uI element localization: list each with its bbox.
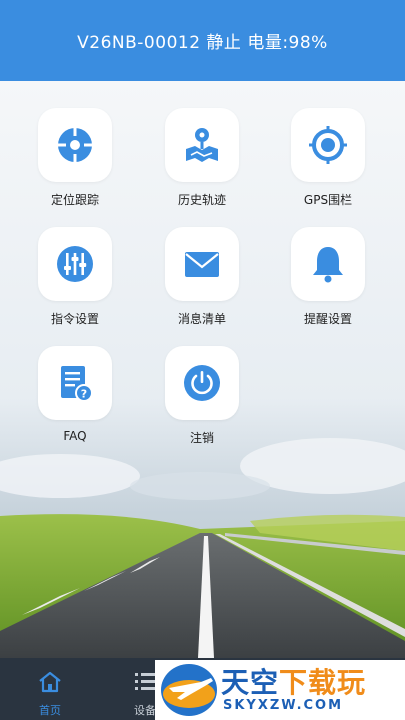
watermark-logo xyxy=(161,664,217,716)
menu-item-reminder-settings[interactable]: 提醒设置 xyxy=(273,227,383,327)
map-route-icon xyxy=(186,128,218,162)
envelope-icon xyxy=(185,252,219,277)
menu-item-faq[interactable]: ? FAQ xyxy=(20,346,130,443)
tab-label: 首页 xyxy=(39,704,61,717)
menu-item-message-list[interactable]: 消息清单 xyxy=(147,227,257,327)
location-target-icon xyxy=(58,128,92,162)
menu-item-logout[interactable]: 注销 xyxy=(147,346,257,446)
menu-item-label: 指令设置 xyxy=(50,312,99,326)
faq-document-icon: ? xyxy=(61,366,93,402)
watermark-banner: 天空下载玩 SKYXZW.COM xyxy=(155,660,405,720)
main-content: 定位跟踪 历史轨迹 GPS围栏 指令设置 消息清单 提醒设置 ? FAQ 注销 xyxy=(0,81,405,658)
home-icon xyxy=(39,671,61,693)
menu-item-command-settings[interactable]: 指令设置 xyxy=(20,227,130,327)
menu-item-label: FAQ xyxy=(63,429,87,443)
watermark-url: SKYXZW.COM xyxy=(223,698,344,713)
svg-text:?: ? xyxy=(81,388,87,401)
menu-item-label: 提醒设置 xyxy=(303,312,352,326)
geofence-target-icon xyxy=(309,126,347,164)
menu-item-label: GPS围栏 xyxy=(303,193,353,207)
menu-item-label: 定位跟踪 xyxy=(50,193,99,207)
menu-item-label: 消息清单 xyxy=(177,312,226,326)
status-header: V26NB-00012 静止 电量:98% xyxy=(0,0,405,81)
menu-item-gps-fence[interactable]: GPS围栏 xyxy=(273,108,383,208)
tab-home[interactable]: 首页 xyxy=(0,658,100,720)
sliders-icon xyxy=(57,246,93,282)
bell-icon xyxy=(313,247,343,283)
menu-item-location-tracking[interactable]: 定位跟踪 xyxy=(20,108,130,208)
airplane-icon xyxy=(163,678,215,708)
menu-item-label: 历史轨迹 xyxy=(177,193,226,207)
watermark-title: 天空下载玩 xyxy=(221,666,367,699)
menu-item-label: 注销 xyxy=(189,431,214,445)
device-status-title: V26NB-00012 静止 电量:98% xyxy=(77,33,328,53)
power-icon xyxy=(184,365,220,401)
list-icon xyxy=(135,673,155,690)
menu-item-history-track[interactable]: 历史轨迹 xyxy=(147,108,257,208)
